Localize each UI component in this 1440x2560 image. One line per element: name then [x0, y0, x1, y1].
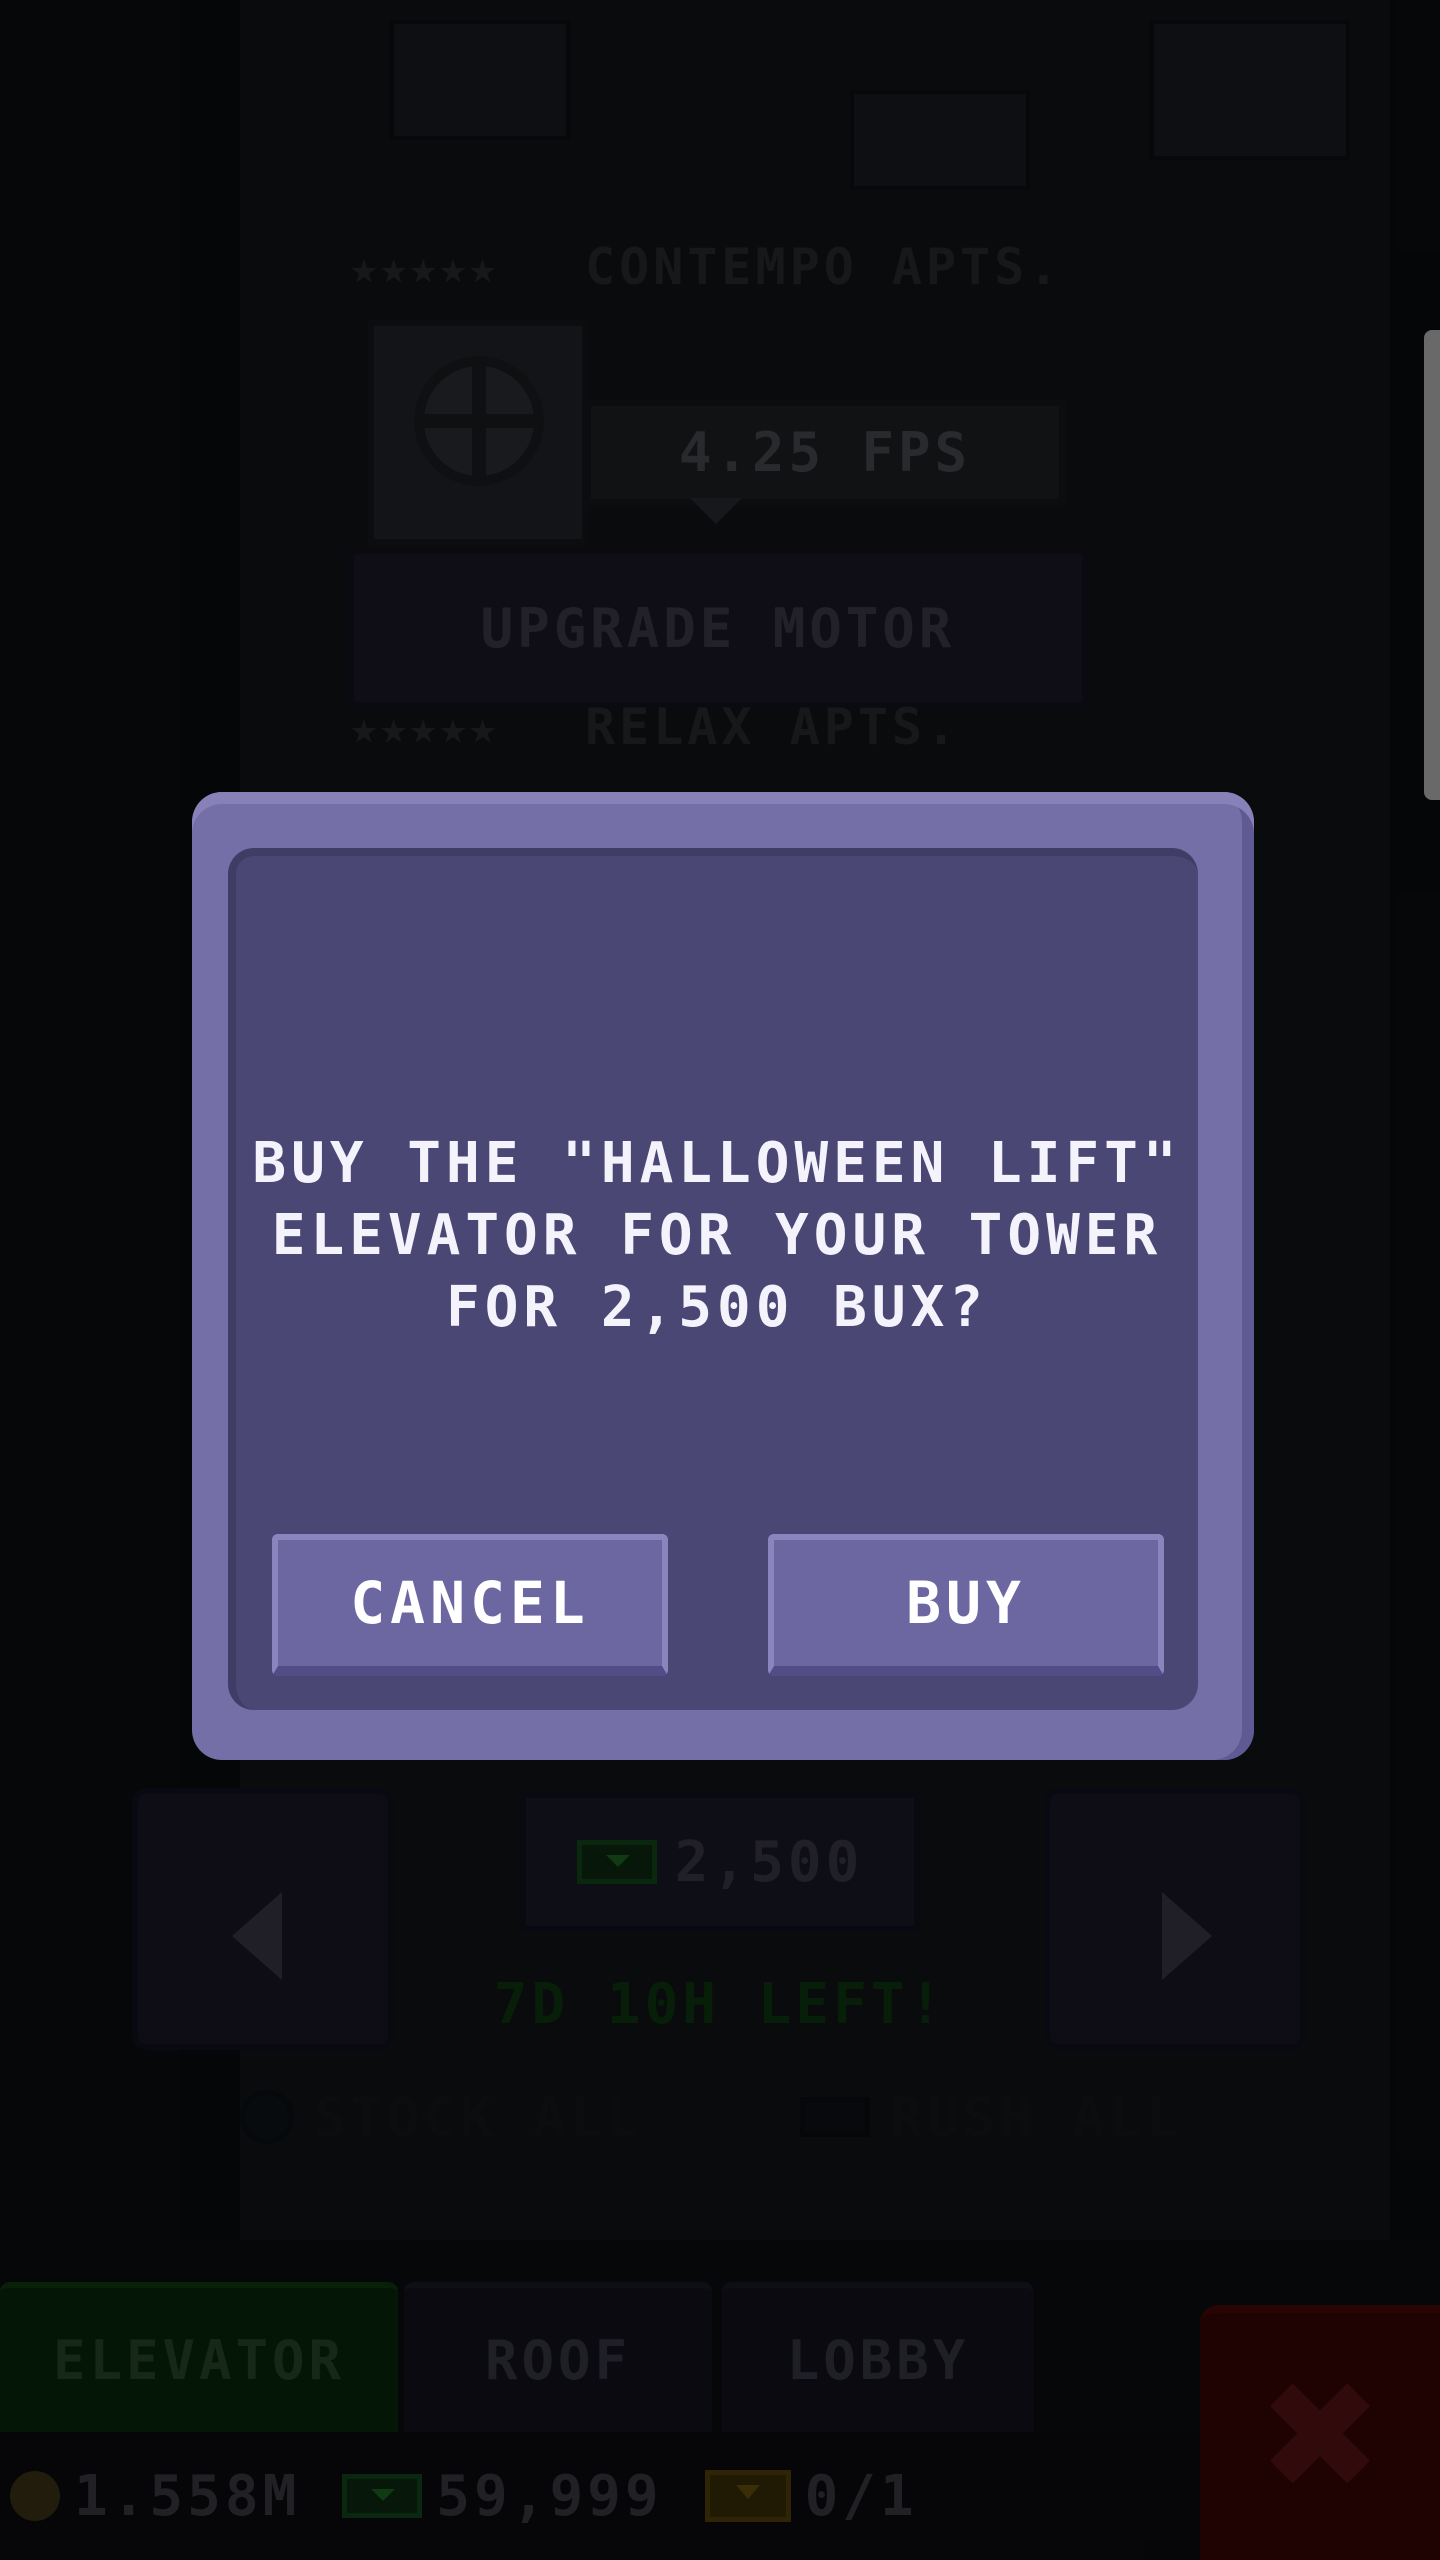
cancel-button[interactable]: CANCEL: [272, 1534, 668, 1676]
dialog-message: BUY THE "HALLOWEEN LIFT" ELEVATOR FOR YO…: [252, 1131, 1182, 1340]
buy-button[interactable]: BUY: [768, 1534, 1164, 1676]
